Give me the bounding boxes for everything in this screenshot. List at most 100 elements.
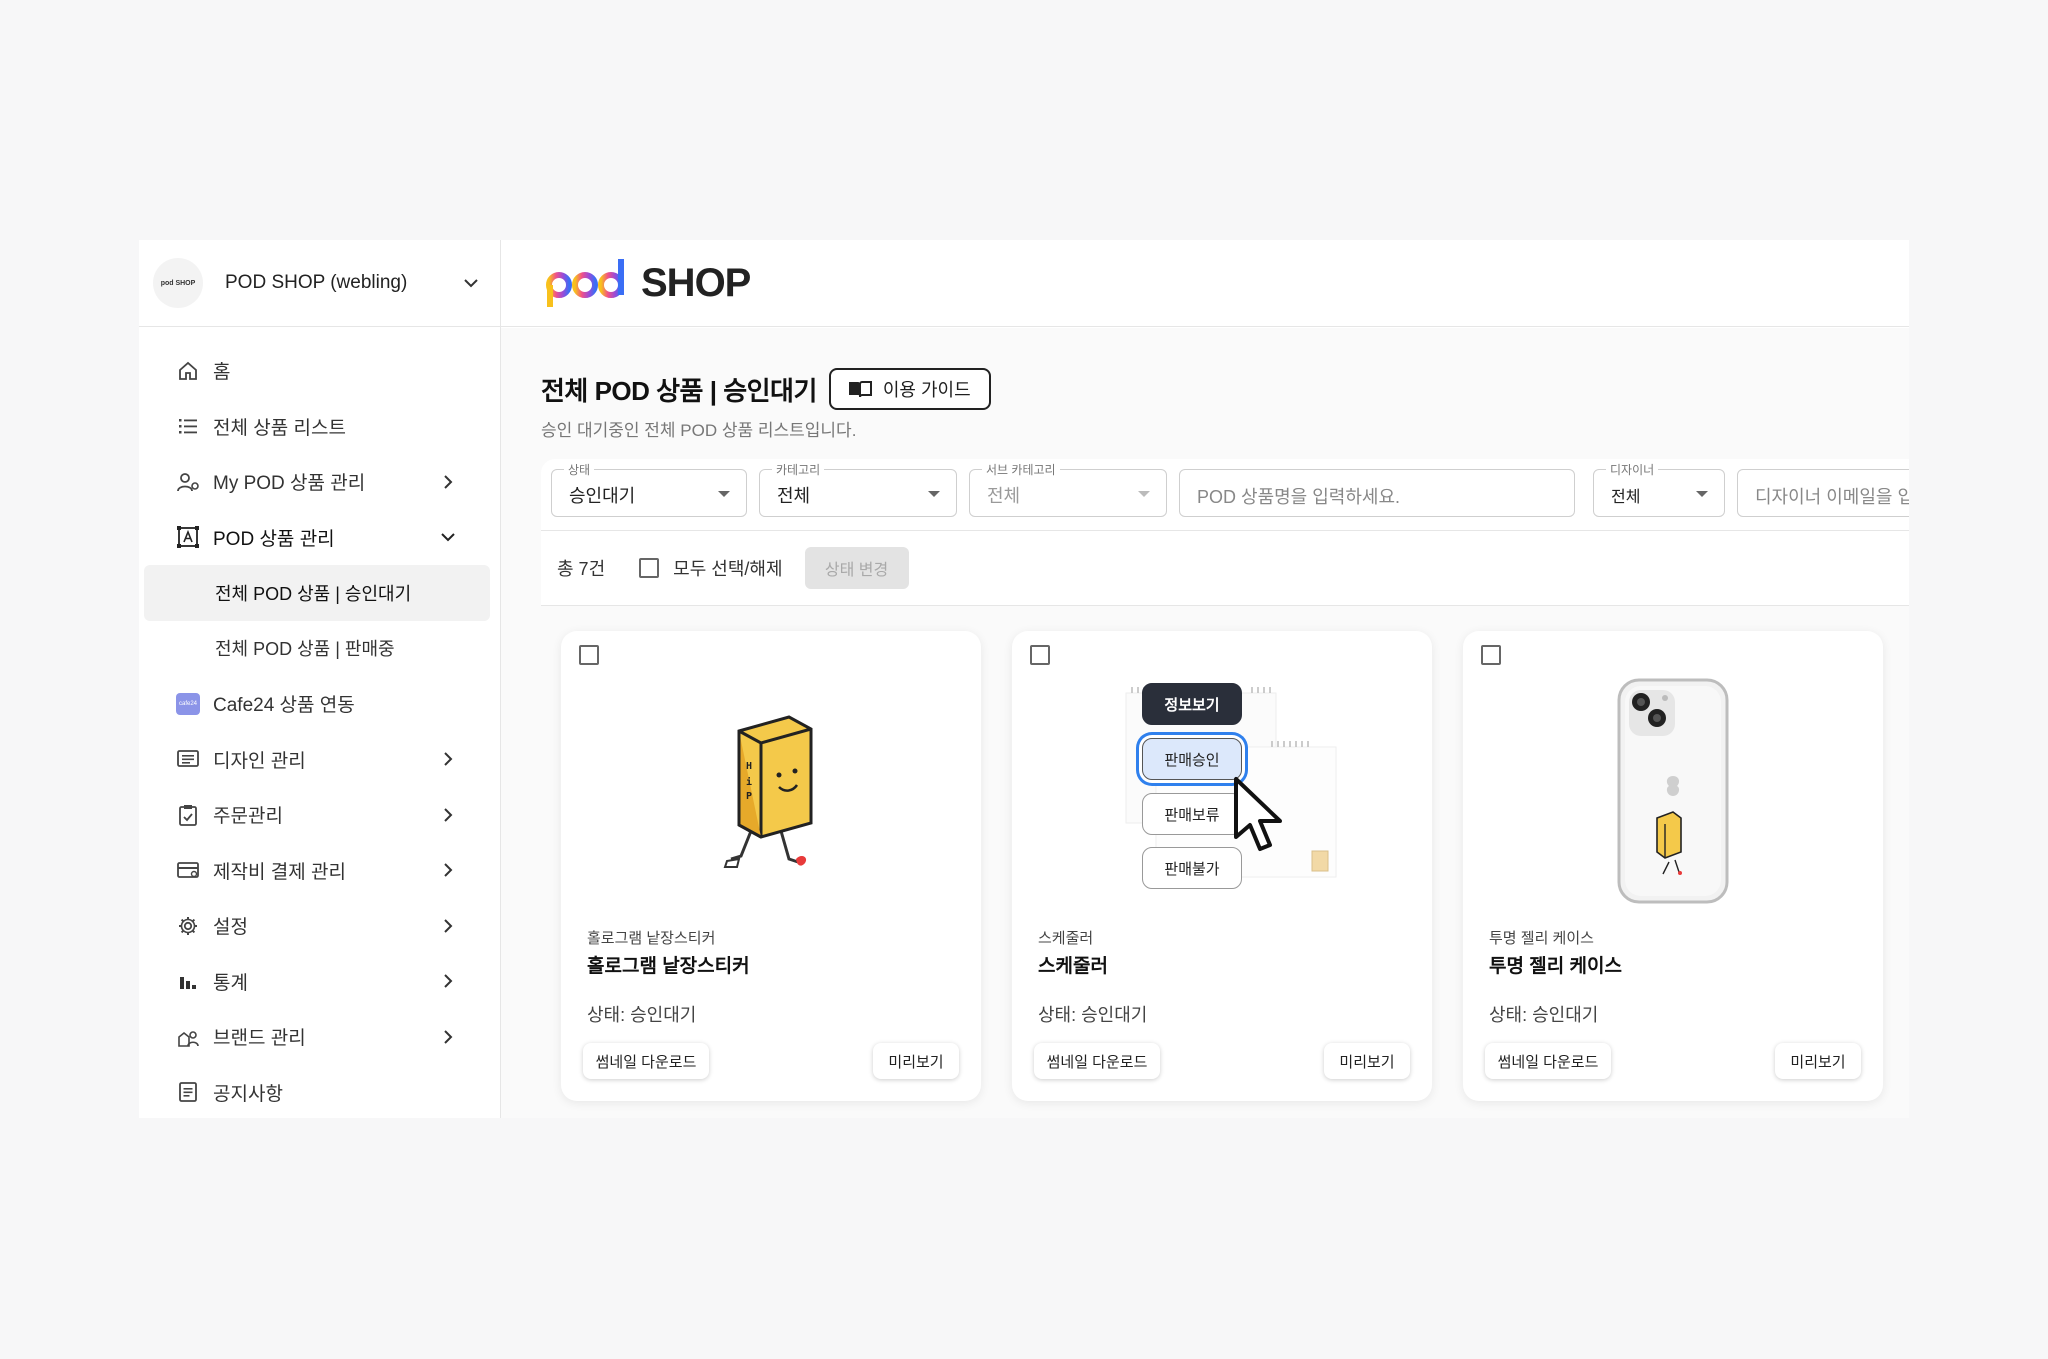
shop-logo: pod SHOP [153, 258, 203, 308]
product-card[interactable]: 정보보기 판매승인 판매보류 판매불가 스케줄러 스케줄러 상태: 승인대기 썸… [1012, 631, 1432, 1101]
product-checkbox[interactable] [1481, 645, 1501, 665]
design-icon [175, 746, 201, 772]
select-all-checkbox[interactable] [639, 558, 660, 578]
frame-a-icon [175, 524, 201, 550]
subcategory-select-value: 전체 [987, 486, 1021, 506]
sidebar-item-brand[interactable]: 브랜드 관리 [139, 1009, 500, 1065]
caret-down-icon [718, 491, 730, 497]
product-checkbox[interactable] [1030, 645, 1050, 665]
preview-button[interactable]: 미리보기 [873, 1043, 959, 1079]
subcategory-select[interactable]: 서브 카테고리 전체 [969, 461, 1167, 517]
shop-switcher[interactable]: pod SHOP POD SHOP (webling) [139, 240, 500, 327]
sidebar-item-design[interactable]: 디자인 관리 [139, 732, 500, 788]
product-checkbox[interactable] [579, 645, 599, 665]
home-icon [175, 358, 201, 384]
designer-select-value: 전체 [1611, 489, 1641, 506]
chevron-right-icon [438, 916, 458, 936]
clipboard-icon [175, 802, 201, 828]
product-status: 상태: 승인대기 [587, 1005, 697, 1025]
cursor-arrow-icon [1234, 777, 1282, 851]
product-status: 상태: 승인대기 [1038, 1005, 1148, 1025]
app-window: pod SHOP POD SHOP (webling) 홈 전체 상품 리스트 [139, 240, 1909, 1118]
sidebar-item-statistics[interactable]: 통계 [139, 954, 500, 1010]
svg-text:P: P [746, 791, 752, 802]
chevron-down-icon [438, 527, 458, 547]
bar-chart-icon [175, 968, 201, 994]
approve-sale-button[interactable]: 판매승인 [1142, 738, 1242, 780]
thumbnail-download-button[interactable]: 썸네일 다운로드 [583, 1043, 709, 1079]
top-bar: SHOP [501, 240, 1909, 327]
sidebar-item-cafe24[interactable]: cafe24 Cafe24 상품 연동 [139, 676, 500, 732]
action-bar: 총 7건 모두 선택/해제 상태 변경 [541, 531, 1909, 606]
product-name: 스케줄러 [1038, 956, 1108, 977]
product-search-input[interactable]: POD 상품명을 입력하세요. [1179, 469, 1575, 517]
sidebar-item-notice[interactable]: 공지사항 [139, 1065, 500, 1119]
sidebar-nav: 홈 전체 상품 리스트 My POD 상품 관리 POD 상품 관리 전체 PO… [139, 327, 500, 1118]
pod-shop-logo[interactable]: SHOP [545, 255, 751, 311]
caret-down-icon [1138, 491, 1150, 497]
status-select-label: 상태 [564, 461, 595, 478]
product-name: 홀로그램 낱장스티커 [587, 956, 750, 977]
chevron-right-icon [438, 860, 458, 880]
sidebar-item-all-products[interactable]: 전체 상품 리스트 [139, 399, 500, 455]
info-view-button[interactable]: 정보보기 [1142, 683, 1242, 725]
change-state-button[interactable]: 상태 변경 [804, 547, 909, 589]
designer-select[interactable]: 디자이너 전체 [1593, 461, 1725, 517]
category-select[interactable]: 카테고리 전체 [759, 461, 957, 517]
cafe24-icon: cafe24 [175, 691, 201, 717]
subcategory-select-label: 서브 카테고리 [982, 461, 1060, 478]
category-select-label: 카테고리 [772, 461, 825, 478]
status-select-value: 승인대기 [569, 486, 636, 506]
product-category: 스케줄러 [1038, 930, 1094, 947]
user-settings-icon [175, 469, 201, 495]
product-category: 투명 젤리 케이스 [1489, 930, 1594, 947]
select-all-label: 모두 선택/해제 [673, 559, 783, 579]
caret-down-icon [928, 491, 940, 497]
notice-icon [175, 1079, 201, 1105]
sidebar-item-production-payment[interactable]: 제작비 결제 관리 [139, 843, 500, 899]
product-category: 홀로그램 낱장스티커 [587, 930, 716, 947]
sidebar-item-pod-management[interactable]: POD 상품 관리 [139, 510, 500, 566]
preview-button[interactable]: 미리보기 [1775, 1043, 1861, 1079]
guide-button-label: 이용 가이드 [882, 380, 971, 400]
chevron-down-icon[interactable] [456, 268, 486, 298]
chevron-right-icon [438, 472, 458, 492]
cafe24-badge: cafe24 [176, 692, 200, 715]
sidebar: pod SHOP POD SHOP (webling) 홈 전체 상품 리스트 [139, 240, 501, 1118]
status-select[interactable]: 상태 승인대기 [551, 461, 747, 517]
thumbnail-download-button[interactable]: 썸네일 다운로드 [1034, 1043, 1160, 1079]
sticker-thumbnail: H i P [651, 671, 891, 911]
preview-button[interactable]: 미리보기 [1324, 1043, 1410, 1079]
main-area: SHOP 전체 POD 상품 | 승인대기 이용 가이드 승인 대기중인 전체 … [501, 240, 1909, 1118]
status-popup-menu: 정보보기 판매승인 판매보류 판매불가 [1132, 671, 1312, 911]
product-card[interactable]: 투명 젤리 케이스 투명 젤리 케이스 상태: 승인대기 썸네일 다운로드 미리… [1463, 631, 1883, 1101]
thumbnail-download-button[interactable]: 썸네일 다운로드 [1485, 1043, 1611, 1079]
sidebar-item-label: 홈 [213, 362, 231, 384]
phone-case-thumbnail [1553, 671, 1793, 911]
result-count: 총 7건 [557, 559, 606, 579]
sidebar-item-label: Cafe24 상품 연동 [213, 695, 355, 717]
product-name: 투명 젤리 케이스 [1489, 956, 1622, 977]
chevron-right-icon [438, 749, 458, 769]
content-area: 전체 POD 상품 | 승인대기 이용 가이드 승인 대기중인 전체 POD 상… [501, 328, 1909, 1118]
sidebar-item-orders[interactable]: 주문관리 [139, 787, 500, 843]
sidebar-item-settings[interactable]: 설정 [139, 898, 500, 954]
guide-button[interactable]: 이용 가이드 [828, 368, 991, 410]
chevron-right-icon [438, 971, 458, 991]
card-icon [175, 857, 201, 883]
sidebar-item-my-pod[interactable]: My POD 상품 관리 [139, 454, 500, 510]
sidebar-item-pod-selling[interactable]: 전체 POD 상품 | 판매중 [139, 621, 500, 677]
sidebar-item-home[interactable]: 홈 [139, 343, 500, 399]
sidebar-item-label: 전체 POD 상품 | 승인대기 [215, 583, 412, 604]
designer-email-input[interactable]: 디자이너 이메일을 입력 [1737, 469, 1909, 517]
hold-sale-button[interactable]: 판매보류 [1142, 793, 1242, 835]
brand-icon [175, 1024, 201, 1050]
chevron-right-icon [438, 805, 458, 825]
product-card[interactable]: H i P 홀로그램 낱장스티커 홀로그램 낱장스티커 상태: 승인대기 썸네일… [561, 631, 981, 1101]
select-all-toggle[interactable]: 모두 선택/해제 [639, 555, 783, 581]
filter-bar: 상태 승인대기 카테고리 전체 서브 카테고리 전체 POD 상품명을 입력하세… [541, 459, 1909, 531]
reject-sale-button[interactable]: 판매불가 [1142, 847, 1242, 889]
product-search-placeholder: POD 상품명을 입력하세요. [1197, 487, 1401, 507]
sidebar-item-pod-pending[interactable]: 전체 POD 상품 | 승인대기 [144, 565, 490, 621]
sidebar-item-label: 공지사항 [213, 1083, 283, 1105]
